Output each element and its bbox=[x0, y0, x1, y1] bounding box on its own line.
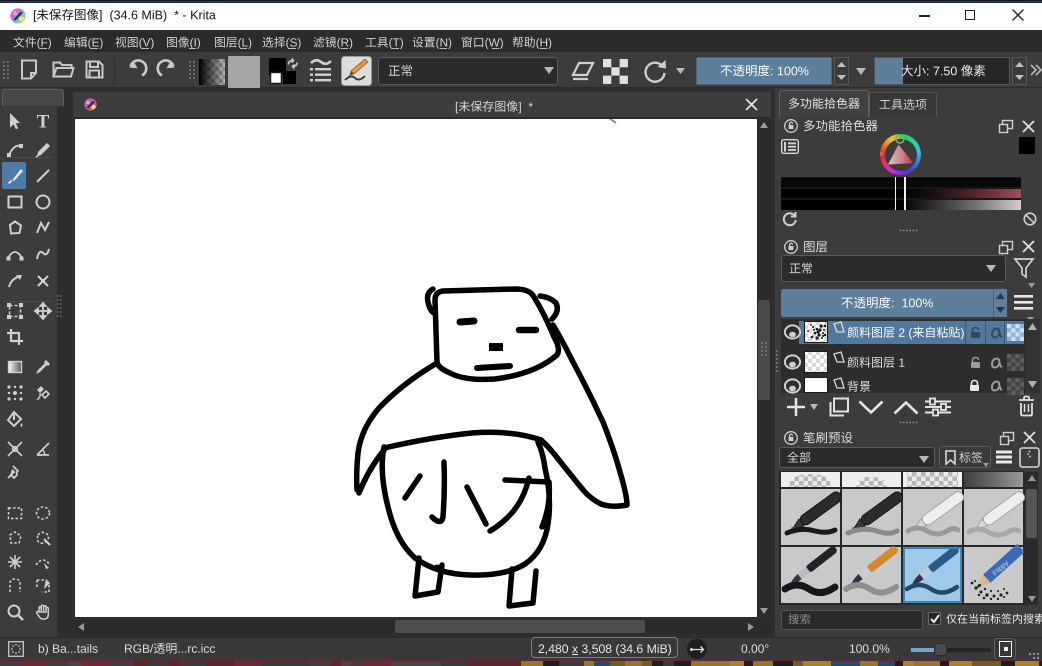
svg-text:T: T bbox=[37, 112, 50, 133]
